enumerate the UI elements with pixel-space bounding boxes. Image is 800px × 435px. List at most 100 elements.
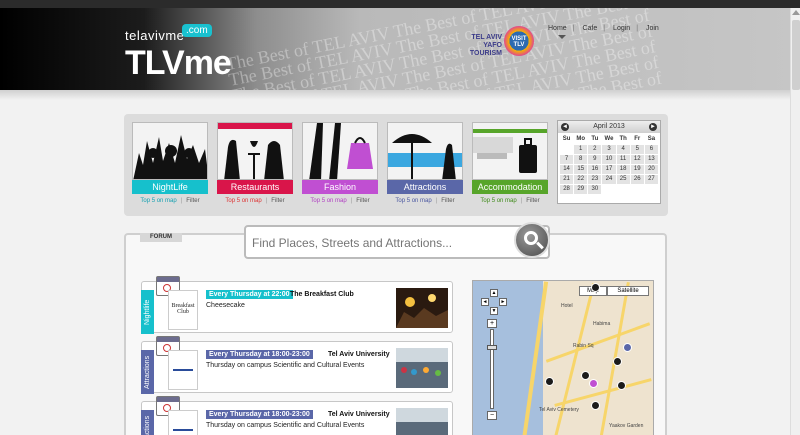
calendar-day[interactable]: 12 bbox=[630, 155, 644, 164]
calendar-day[interactable]: 14 bbox=[560, 165, 574, 174]
calendar-day[interactable]: 13 bbox=[644, 155, 658, 164]
calendar-day[interactable]: 3 bbox=[602, 145, 616, 154]
accommodation-filter-link[interactable]: Filter bbox=[526, 198, 539, 204]
fashion-image[interactable] bbox=[302, 122, 378, 180]
category-fashion[interactable]: Fashion Top 5 on map | Filter bbox=[302, 122, 378, 204]
restaurants-label[interactable]: Restaurants bbox=[217, 180, 293, 194]
map-marker[interactable] bbox=[623, 343, 632, 352]
category-restaurants[interactable]: Restaurants Top 5 on map | Filter bbox=[217, 122, 293, 204]
forum-tab[interactable]: FORUM bbox=[140, 233, 182, 242]
calendar-day[interactable]: 2 bbox=[588, 145, 602, 154]
nav-login[interactable]: Login bbox=[613, 25, 630, 32]
search-button[interactable] bbox=[514, 222, 550, 258]
calendar-day[interactable]: 24 bbox=[602, 175, 616, 184]
event-venue-link[interactable]: The Breakfast Club bbox=[290, 291, 354, 298]
map-marker[interactable] bbox=[545, 377, 554, 386]
calendar-day[interactable]: 4 bbox=[616, 145, 630, 154]
map-pan-control[interactable]: ▲ ◄ ► ▼ bbox=[481, 289, 507, 315]
restaurants-image[interactable] bbox=[217, 122, 293, 180]
pan-left-icon[interactable]: ◄ bbox=[481, 298, 489, 306]
zoom-slider-knob[interactable] bbox=[487, 345, 497, 350]
nav-home[interactable]: Home bbox=[548, 25, 567, 32]
zoom-out-icon[interactable]: − bbox=[487, 411, 497, 420]
map-marker[interactable] bbox=[581, 371, 590, 380]
search-input[interactable] bbox=[252, 233, 512, 253]
attractions-filter-link[interactable]: Filter bbox=[441, 198, 454, 204]
calendar-day[interactable]: 6 bbox=[644, 145, 658, 154]
calendar-day[interactable]: 1 bbox=[574, 145, 588, 154]
category-accommodation[interactable]: Accommodation Top 5 on map | Filter bbox=[472, 122, 548, 204]
event-card[interactable]: Attractions Every Thursday at 18:00-23:0… bbox=[141, 396, 453, 435]
pan-right-icon[interactable]: ► bbox=[499, 298, 507, 306]
pan-down-icon[interactable]: ▼ bbox=[490, 307, 498, 315]
attractions-label[interactable]: Attractions bbox=[387, 180, 463, 194]
fashion-label[interactable]: Fashion bbox=[302, 180, 378, 194]
attractions-top5-link[interactable]: Top 5 on map bbox=[395, 198, 431, 204]
map-label: Rabin Sq bbox=[573, 343, 594, 349]
calendar-day[interactable]: 17 bbox=[602, 165, 616, 174]
restaurants-top5-link[interactable]: Top 5 on map bbox=[225, 198, 261, 204]
calendar-day[interactable]: 16 bbox=[588, 165, 602, 174]
calendar-day[interactable]: 5 bbox=[630, 145, 644, 154]
scrollbar-thumb[interactable] bbox=[792, 20, 800, 90]
calendar-day[interactable]: 23 bbox=[588, 175, 602, 184]
calendar-day[interactable]: 7 bbox=[560, 155, 574, 164]
calendar-day[interactable]: 9 bbox=[588, 155, 602, 164]
calendar-day[interactable]: 19 bbox=[630, 165, 644, 174]
calendar-day[interactable]: 21 bbox=[560, 175, 574, 184]
fashion-filter-link[interactable]: Filter bbox=[356, 198, 369, 204]
calendar-day[interactable]: 11 bbox=[616, 155, 630, 164]
calendar-day[interactable]: 30 bbox=[588, 185, 602, 194]
calendar-day[interactable]: 28 bbox=[560, 185, 574, 194]
nightlife-top5-link[interactable]: Top 5 on map bbox=[140, 198, 176, 204]
event-photo[interactable] bbox=[396, 408, 448, 435]
map-zoom-control[interactable]: + − bbox=[487, 319, 497, 420]
event-venue-link[interactable]: Tel Aviv University bbox=[328, 351, 390, 358]
scroll-up-icon[interactable] bbox=[792, 10, 800, 15]
calendar-day[interactable]: 18 bbox=[616, 165, 630, 174]
fashion-top5-link[interactable]: Top 5 on map bbox=[310, 198, 346, 204]
logo-small-text[interactable]: telavivme bbox=[125, 28, 184, 43]
calendar-day[interactable]: 27 bbox=[644, 175, 658, 184]
zoom-in-icon[interactable]: + bbox=[487, 319, 497, 328]
site-logo[interactable]: TLVme bbox=[125, 44, 232, 83]
restaurants-filter-link[interactable]: Filter bbox=[271, 198, 284, 204]
category-nightlife[interactable]: NightLife Top 5 on map | Filter bbox=[132, 122, 208, 204]
calendar-day[interactable]: 10 bbox=[602, 155, 616, 164]
calendar-day[interactable]: 25 bbox=[616, 175, 630, 184]
satellite-view-button[interactable]: Satellite bbox=[607, 286, 649, 296]
calendar-next-icon[interactable]: ► bbox=[649, 123, 657, 131]
accommodation-label[interactable]: Accommodation bbox=[472, 180, 548, 194]
event-card[interactable]: Attractions Every Thursday at 18:00-23:0… bbox=[141, 336, 453, 394]
map-marker[interactable] bbox=[613, 357, 622, 366]
map-marker[interactable] bbox=[591, 283, 600, 292]
calendar-prev-icon[interactable]: ◄ bbox=[561, 123, 569, 131]
calendar-day[interactable]: 20 bbox=[644, 165, 658, 174]
calendar-day[interactable]: 8 bbox=[574, 155, 588, 164]
nightlife-filter-link[interactable]: Filter bbox=[186, 198, 199, 204]
calendar-day[interactable]: 29 bbox=[574, 185, 588, 194]
pan-up-icon[interactable]: ▲ bbox=[490, 289, 498, 297]
category-attractions[interactable]: Attractions Top 5 on map | Filter bbox=[387, 122, 463, 204]
page-scrollbar[interactable] bbox=[790, 8, 800, 435]
attractions-image[interactable] bbox=[387, 122, 463, 180]
accommodation-image[interactable] bbox=[472, 122, 548, 180]
event-photo[interactable] bbox=[396, 348, 448, 388]
map-marker[interactable] bbox=[617, 381, 626, 390]
calendar-day[interactable]: 26 bbox=[630, 175, 644, 184]
nightlife-image[interactable] bbox=[132, 122, 208, 180]
map-marker[interactable] bbox=[591, 401, 600, 410]
event-photo[interactable] bbox=[396, 288, 448, 328]
map-marker[interactable] bbox=[589, 379, 598, 388]
calendar-day[interactable]: 22 bbox=[574, 175, 588, 184]
accommodation-top5-link[interactable]: Top 5 on map bbox=[480, 198, 516, 204]
calendar-day[interactable]: 15 bbox=[574, 165, 588, 174]
city-map[interactable]: Map Satellite ▲ ◄ ► ▼ + − Hotel Habima R… bbox=[472, 280, 654, 435]
tourism-logo[interactable]: TEL AVIV YAFO TOURISM VISIT TLV bbox=[452, 20, 547, 72]
event-venue-link[interactable]: Tel Aviv University bbox=[328, 411, 390, 418]
zoom-slider[interactable] bbox=[490, 329, 494, 409]
event-card[interactable]: Nightlife Breakfast Club Every Thursday … bbox=[141, 276, 453, 334]
nightlife-label[interactable]: NightLife bbox=[132, 180, 208, 194]
nav-join[interactable]: Join bbox=[646, 25, 659, 32]
nav-cafe[interactable]: Cafe bbox=[582, 25, 597, 32]
